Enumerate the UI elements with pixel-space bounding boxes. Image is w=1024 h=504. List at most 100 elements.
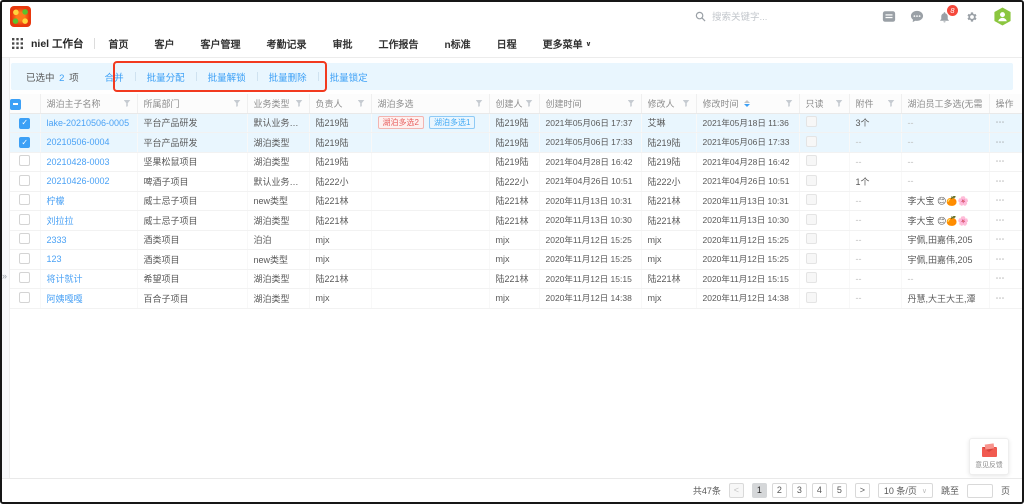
readonly-checkbox[interactable] — [806, 253, 817, 264]
row-checkbox[interactable] — [19, 137, 30, 148]
batch-action-批量分配[interactable]: 批量分配 — [147, 70, 185, 84]
row-actions-button[interactable]: ⋯ — [996, 176, 1006, 186]
readonly-checkbox[interactable] — [806, 194, 817, 205]
filter-icon[interactable] — [683, 100, 690, 107]
avatar[interactable] — [993, 7, 1012, 26]
row-checkbox[interactable] — [19, 292, 30, 303]
page-button-2[interactable]: 2 — [772, 483, 787, 498]
nav-item-首页[interactable]: 首页 — [109, 36, 129, 51]
record-link[interactable]: 柠檬 — [47, 196, 65, 206]
record-link[interactable]: 20210426-0002 — [47, 176, 110, 186]
record-link[interactable]: 将计就计 — [47, 274, 83, 284]
feedback-widget[interactable]: 意见反馈 — [969, 438, 1009, 475]
row-actions-button[interactable]: ⋯ — [996, 156, 1006, 166]
row-actions-button[interactable]: ⋯ — [996, 234, 1006, 244]
expand-panel-handle[interactable]: » — [2, 272, 7, 281]
global-search-input[interactable]: 搜索关键字... — [695, 9, 767, 23]
bell-icon[interactable]: 8 — [938, 10, 951, 24]
filter-icon[interactable] — [888, 100, 895, 107]
record-link[interactable]: 20210428-0003 — [47, 157, 110, 167]
notebook-icon[interactable] — [882, 10, 896, 23]
nav-item-日程[interactable]: 日程 — [497, 36, 517, 51]
row-checkbox[interactable] — [19, 253, 30, 264]
chat-icon[interactable] — [910, 10, 924, 23]
sort-icon[interactable] — [744, 100, 750, 107]
readonly-checkbox[interactable] — [806, 155, 817, 166]
row-checkbox[interactable] — [19, 175, 30, 186]
filter-icon[interactable] — [234, 100, 241, 107]
filter-icon[interactable] — [836, 100, 843, 107]
row-checkbox[interactable] — [19, 155, 30, 166]
record-link[interactable]: lake-20210506-0005 — [47, 118, 130, 128]
filter-icon[interactable] — [526, 100, 533, 107]
page-button-4[interactable]: 4 — [812, 483, 827, 498]
batch-action-批量解锁[interactable]: 批量解锁 — [208, 70, 246, 84]
filter-icon[interactable] — [628, 100, 635, 107]
page-button-5[interactable]: 5 — [832, 483, 847, 498]
filter-icon[interactable] — [124, 100, 131, 107]
nav-item-考勤记录[interactable]: 考勤记录 — [267, 36, 307, 51]
selected-count: 2 — [57, 73, 66, 84]
readonly-checkbox[interactable] — [806, 292, 817, 303]
row-actions-button[interactable]: ⋯ — [996, 195, 1006, 205]
merge-action-link[interactable]: 合并 — [105, 70, 124, 84]
row-actions-button[interactable]: ⋯ — [996, 117, 1006, 127]
filter-icon[interactable] — [358, 100, 365, 107]
row-checkbox[interactable] — [19, 194, 30, 205]
cell-dept: 啤酒子项目 — [137, 172, 247, 192]
cell-modifier: 艾琳 — [641, 113, 696, 133]
workspace-title[interactable]: niel 工作台 — [31, 36, 84, 51]
row-actions-button[interactable]: ⋯ — [996, 137, 1006, 147]
action-divider — [196, 72, 197, 81]
readonly-checkbox[interactable] — [806, 272, 817, 283]
row-checkbox[interactable] — [19, 214, 30, 225]
jump-page-input[interactable] — [967, 484, 993, 498]
record-link[interactable]: 20210506-0004 — [47, 137, 110, 147]
gear-icon[interactable] — [965, 10, 979, 24]
nav-item-客户管理[interactable]: 客户管理 — [201, 36, 241, 51]
cell-created: 2021年05月06日 17:33 — [539, 133, 641, 153]
batch-action-批量删除[interactable]: 批量删除 — [269, 70, 307, 84]
readonly-checkbox[interactable] — [806, 136, 817, 147]
record-link[interactable]: 123 — [47, 254, 62, 264]
cell-created: 2021年04月26日 10:51 — [539, 172, 641, 192]
page-button-1[interactable]: 1 — [752, 483, 767, 498]
column-label: 创建人 — [496, 97, 523, 110]
cell-attach: -- — [849, 152, 901, 172]
readonly-checkbox[interactable] — [806, 175, 817, 186]
app-logo-icon[interactable] — [10, 6, 31, 27]
readonly-checkbox[interactable] — [806, 116, 817, 127]
nav-item-客户[interactable]: 客户 — [155, 36, 175, 51]
row-actions-button[interactable]: ⋯ — [996, 215, 1006, 225]
record-link[interactable]: 2333 — [47, 235, 67, 245]
nav-item-审批[interactable]: 审批 — [333, 36, 353, 51]
apps-grid-icon[interactable] — [12, 38, 23, 49]
page-button-3[interactable]: 3 — [792, 483, 807, 498]
filter-icon[interactable] — [476, 100, 483, 107]
select-all-checkbox[interactable] — [10, 99, 21, 110]
column-header-tags: 湖泊多选 — [371, 94, 489, 113]
row-checkbox[interactable] — [19, 118, 30, 129]
record-link[interactable]: 刘拉拉 — [47, 216, 74, 226]
page-size-select[interactable]: 10 条/页 ∨ — [878, 483, 933, 498]
nav-item-工作报告[interactable]: 工作报告 — [379, 36, 419, 51]
prev-page-button[interactable]: < — [729, 483, 744, 498]
next-page-button[interactable]: > — [855, 483, 870, 498]
batch-action-批量锁定[interactable]: 批量锁定 — [330, 70, 368, 84]
row-actions-button[interactable]: ⋯ — [996, 293, 1006, 303]
record-link[interactable]: 阿姨嘎嘎 — [47, 294, 83, 304]
cell-type: new类型 — [247, 191, 309, 211]
cell-modified: 2020年11月12日 14:38 — [696, 289, 799, 309]
cell-readonly — [799, 133, 849, 153]
filter-icon[interactable] — [296, 100, 303, 107]
row-actions-button[interactable]: ⋯ — [996, 273, 1006, 283]
readonly-checkbox[interactable] — [806, 214, 817, 225]
readonly-checkbox[interactable] — [806, 233, 817, 244]
row-actions-button[interactable]: ⋯ — [996, 254, 1006, 264]
row-checkbox[interactable] — [19, 272, 30, 283]
nav-item-n标准[interactable]: n标准 — [445, 36, 471, 51]
more-menu[interactable]: 更多菜单 ∨ — [543, 36, 592, 51]
row-checkbox[interactable] — [19, 233, 30, 244]
cell-creator: 陆219陆 — [489, 113, 539, 133]
filter-icon[interactable] — [786, 100, 793, 107]
